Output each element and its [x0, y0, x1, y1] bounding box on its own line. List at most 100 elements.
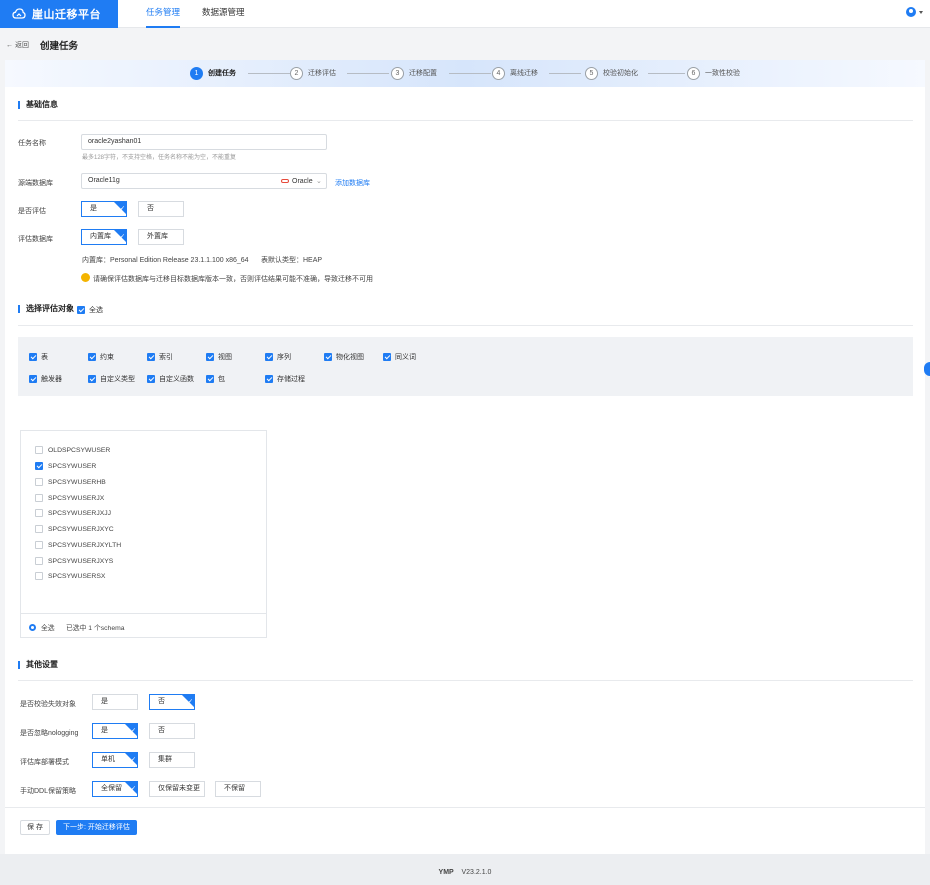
deploy-mode-label: 评估库部署模式: [20, 759, 69, 766]
section-other-settings: 其他设置: [18, 661, 58, 669]
save-button[interactable]: 保 存: [20, 820, 50, 835]
schema-item[interactable]: SPCSYWUSERSX: [35, 572, 105, 580]
step-connector: [347, 73, 389, 74]
user-avatar-icon[interactable]: [906, 7, 916, 17]
page-title-bar: ← 返回 创建任务: [0, 28, 930, 60]
top-header: 崖山迁移平台 任务管理 数据源管理: [0, 0, 930, 28]
checkbox-icon: [35, 557, 43, 565]
schema-name: SPCSYWUSERJXJJ: [48, 509, 112, 517]
back-button[interactable]: ← 返回: [6, 40, 29, 50]
schema-select-all-radio[interactable]: 全选: [29, 622, 55, 632]
source-db-type: Oracle: [292, 178, 313, 185]
side-panel-handle-icon[interactable]: [924, 362, 930, 376]
eval-db-external-option[interactable]: 外置库: [138, 229, 184, 245]
step-6: 6 一致性校验: [687, 66, 740, 80]
checkbox-icon: [29, 353, 37, 361]
schema-item[interactable]: SPCSYWUSERJXYC: [35, 525, 114, 533]
object-checkbox-mview[interactable]: 物化视图: [324, 352, 364, 362]
object-checkbox-synonym[interactable]: 同义词: [383, 352, 416, 362]
task-name-input[interactable]: oracle2yashan01: [81, 134, 327, 150]
checkbox-label: 存储过程: [277, 376, 305, 383]
step-number: 2: [290, 66, 303, 80]
step-label: 创建任务: [208, 70, 236, 77]
step-connector: [248, 73, 290, 74]
schema-name: OLDSPCSYWUSER: [48, 446, 111, 454]
check-icon: ✓: [130, 757, 136, 763]
step-3: 3 迁移配置: [391, 66, 437, 80]
nav-datasource-management[interactable]: 数据源管理: [202, 0, 245, 28]
object-checkbox-trigger[interactable]: 触发器: [29, 374, 62, 384]
source-db-select[interactable]: Oracle11g: [81, 173, 327, 189]
nav-task-management[interactable]: 任务管理: [146, 0, 181, 28]
footer-product: YMP: [438, 869, 454, 876]
option-label: 是: [101, 727, 108, 734]
object-checkbox-index[interactable]: 索引: [147, 352, 173, 362]
task-name-label: 任务名称: [18, 140, 46, 147]
object-checkbox-constraint[interactable]: 约束: [88, 352, 114, 362]
chevron-down-icon[interactable]: ⌄: [316, 177, 322, 185]
divider: [18, 325, 913, 326]
ignore-nologging-yes-option[interactable]: 是 ✓: [92, 723, 138, 739]
object-checkbox-procedure[interactable]: 存储过程: [265, 374, 305, 384]
schema-name: SPCSYWUSERSX: [48, 572, 106, 580]
page-footer: YMP V23.2.1.0: [0, 854, 930, 885]
checkbox-label: 同义词: [395, 354, 416, 361]
checkbox-icon: [383, 353, 391, 361]
deploy-mode-cluster-option[interactable]: 集群: [149, 752, 195, 768]
verify-invalid-label: 是否校验失效对象: [20, 701, 76, 708]
add-database-link[interactable]: 添加数据库: [335, 178, 370, 188]
app-logo[interactable]: 崖山迁移平台: [0, 0, 118, 28]
ddl-keep-unchanged-option[interactable]: 仅保留未变更: [149, 781, 205, 797]
step-number: 3: [391, 66, 404, 80]
eval-db-builtin-option[interactable]: 内置库 ✓: [81, 229, 127, 245]
object-checkbox-udf[interactable]: 自定义函数: [147, 374, 194, 384]
verify-invalid-no-option[interactable]: 否 ✓: [149, 694, 195, 710]
task-name-hint: 最多128字符，不支持空格，任务名称不能为空，不能重复: [82, 155, 237, 161]
step-label: 离线迁移: [510, 70, 538, 77]
object-checkbox-table[interactable]: 表: [29, 352, 48, 362]
step-number: 6: [687, 66, 700, 80]
ddl-keep-none-option[interactable]: 不保留: [215, 781, 261, 797]
chevron-down-icon[interactable]: [919, 11, 923, 14]
option-label: 全保留: [101, 785, 122, 792]
step-number: 1: [190, 66, 203, 80]
warning-text: 请确保评估数据库与迁移目标数据库版本一致，否则评估结果可能不准确，导致迁移不可用: [93, 276, 373, 283]
schema-item[interactable]: SPCSYWUSERJXJJ: [35, 509, 111, 517]
schema-item[interactable]: SPCSYWUSERJXYLTH: [35, 541, 121, 549]
radio-label: 全选: [41, 625, 55, 632]
schema-item[interactable]: SPCSYWUSERJX: [35, 494, 104, 502]
next-step-button[interactable]: 下一步: 开始迁移评估: [56, 820, 137, 835]
schema-item[interactable]: OLDSPCSYWUSER: [35, 446, 110, 454]
step-label: 一致性校验: [705, 70, 740, 77]
schema-list: OLDSPCSYWUSER SPCSYWUSER SPCSYWUSERHB SP…: [20, 430, 267, 638]
schema-selected-count: 已选中 1 个schema: [66, 625, 125, 632]
evaluate-no-option[interactable]: 否: [138, 201, 184, 217]
evaluate-yes-option[interactable]: 是 ✓: [81, 201, 127, 217]
divider: [18, 680, 913, 681]
check-icon: ✓: [130, 786, 136, 792]
step-4: 4 离线迁移: [492, 66, 538, 80]
schema-item[interactable]: SPCSYWUSER: [35, 462, 96, 470]
step-5: 5 校验初始化: [585, 66, 638, 80]
select-all-objects-checkbox[interactable]: 全选: [77, 305, 103, 315]
arrow-left-icon: ←: [6, 42, 13, 49]
checkbox-label: 表: [41, 354, 48, 361]
object-checkbox-sequence[interactable]: 序列: [265, 352, 291, 362]
checkbox-label: 约束: [100, 354, 114, 361]
schema-name: SPCSYWUSERHB: [48, 478, 106, 486]
table-type-info: 表默认类型：HEAP: [261, 257, 323, 264]
checkbox-icon: [88, 353, 96, 361]
schema-item[interactable]: SPCSYWUSERJXYS: [35, 557, 113, 565]
schema-name: SPCSYWUSERJXYC: [48, 525, 114, 533]
schema-item[interactable]: SPCSYWUSERHB: [35, 478, 106, 486]
source-db-label: 源端数据库: [18, 180, 53, 187]
check-icon: ✓: [187, 699, 193, 705]
object-checkbox-view[interactable]: 视图: [206, 352, 232, 362]
object-checkbox-package[interactable]: 包: [206, 374, 225, 384]
deploy-mode-standalone-option[interactable]: 单机 ✓: [92, 752, 138, 768]
checkbox-label: 物化视图: [336, 354, 364, 361]
ignore-nologging-no-option[interactable]: 否: [149, 723, 195, 739]
object-checkbox-udt[interactable]: 自定义类型: [88, 374, 135, 384]
ddl-keep-all-option[interactable]: 全保留 ✓: [92, 781, 138, 797]
verify-invalid-yes-option[interactable]: 是: [92, 694, 138, 710]
